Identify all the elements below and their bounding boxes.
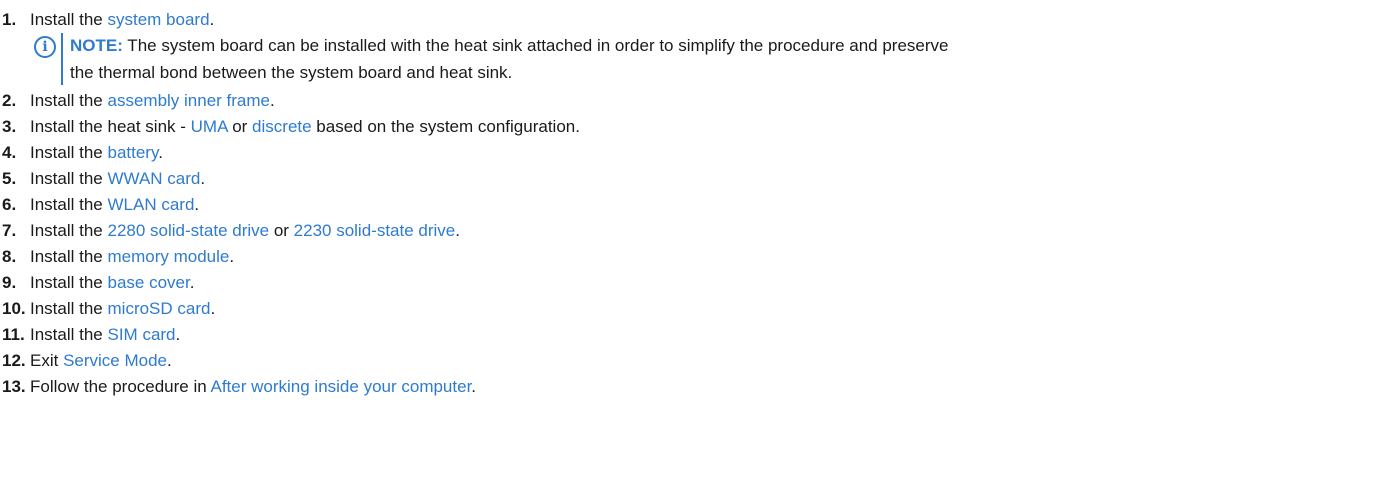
- step-number: 13.: [2, 377, 26, 396]
- step-text-post: .: [229, 247, 235, 266]
- step-text-post: .: [210, 299, 216, 318]
- link-after-working-inside-your-computer[interactable]: After working inside your computer: [211, 377, 472, 396]
- link-memory-module[interactable]: memory module: [108, 247, 230, 266]
- step-text-post: .: [209, 10, 215, 29]
- note-callout: i NOTE: The system board can be installe…: [0, 32, 1381, 86]
- step-text-pre: Exit: [30, 351, 64, 370]
- step-text-post: .: [158, 143, 163, 162]
- note-line-1: NOTE: The system board can be installed …: [70, 32, 1370, 59]
- step-text-post: .: [200, 169, 206, 188]
- info-icon: i: [34, 36, 56, 58]
- step-text-pre: Install the: [30, 273, 108, 292]
- step-3: 3. Install the heat sink - UMA or discre…: [0, 114, 1381, 140]
- step-text: Install the memory module.: [30, 244, 234, 270]
- link-wlan-card[interactable]: WLAN card: [108, 195, 195, 214]
- step-text-post: .: [455, 221, 460, 240]
- step-text: Install the WWAN card.: [30, 166, 205, 192]
- step-9: 9. Install the base cover.: [0, 270, 1381, 296]
- step-text-post: .: [270, 91, 275, 110]
- step-number: 3.: [2, 117, 17, 136]
- step-number: 11.: [2, 325, 25, 344]
- step-text-pre: Install the: [30, 325, 108, 344]
- step-text: Install the heat sink - UMA or discrete …: [30, 114, 580, 140]
- step-text-mid: or: [269, 221, 294, 240]
- note-body: NOTE: The system board can be installed …: [70, 32, 1370, 86]
- step-text-pre: Install the: [30, 247, 108, 266]
- step-number: 9.: [2, 273, 17, 292]
- step-1: 1. Install the system board.: [0, 7, 1381, 33]
- link-uma[interactable]: UMA: [191, 117, 228, 136]
- step-number: 6.: [2, 195, 17, 214]
- step-text-post: .: [189, 273, 195, 292]
- step-number: 7.: [2, 221, 17, 240]
- step-text: Install the system board.: [30, 7, 214, 33]
- link-assembly-inner-frame[interactable]: assembly inner frame: [108, 91, 271, 110]
- step-text: Install the assembly inner frame.: [30, 88, 275, 114]
- step-number: 5.: [2, 169, 17, 188]
- note-label: NOTE:: [70, 36, 123, 55]
- step-text-post: .: [167, 351, 172, 370]
- step-text: Install the 2280 solid-state drive or 22…: [30, 218, 460, 244]
- note-divider: [61, 33, 63, 85]
- step-text-pre: Install the: [30, 195, 108, 214]
- link-sim-card[interactable]: SIM card: [108, 325, 176, 344]
- step-text-pre: Install the: [30, 143, 108, 162]
- step-text: Install the SIM card.: [30, 322, 180, 348]
- procedure-list: 1. Install the system board. i NOTE: The…: [0, 0, 1381, 400]
- step-text-pre: Install the heat sink -: [30, 117, 191, 136]
- link-system-board[interactable]: system board: [108, 10, 210, 29]
- step-text: Install the WLAN card.: [30, 192, 199, 218]
- step-13: 13. Follow the procedure in After workin…: [0, 374, 1381, 400]
- step-2: 2. Install the assembly inner frame.: [0, 88, 1381, 114]
- step-text-post: .: [194, 195, 200, 214]
- step-number: 2.: [2, 91, 17, 110]
- step-number: 8.: [2, 247, 17, 266]
- link-2230-solid-state-drive[interactable]: 2230 solid-state drive: [294, 221, 456, 240]
- step-5: 5. Install the WWAN card.: [0, 166, 1381, 192]
- step-text-pre: Install the: [30, 299, 108, 318]
- step-8: 8. Install the memory module.: [0, 244, 1381, 270]
- step-4: 4. Install the battery.: [0, 140, 1381, 166]
- link-service-mode[interactable]: Service Mode: [63, 351, 167, 370]
- step-text: Follow the procedure in After working in…: [30, 374, 476, 400]
- step-text-pre: Install the: [30, 91, 108, 110]
- step-number: 10.: [2, 299, 26, 318]
- step-text-pre: Install the: [30, 169, 108, 188]
- step-text-mid: or: [227, 117, 253, 136]
- step-text: Install the microSD card.: [30, 296, 215, 322]
- step-number: 1.: [2, 10, 17, 29]
- link-2280-solid-state-drive[interactable]: 2280 solid-state drive: [108, 221, 270, 240]
- step-11: 11. Install the SIM card.: [0, 322, 1381, 348]
- step-text: Install the base cover.: [30, 270, 194, 296]
- step-text: Exit Service Mode.: [30, 348, 172, 374]
- link-discrete[interactable]: discrete: [252, 117, 312, 136]
- note-text-line-2: the thermal bond between the system boar…: [70, 63, 513, 82]
- step-7: 7. Install the 2280 solid-state drive or…: [0, 218, 1381, 244]
- step-text-pre: Install the: [30, 10, 108, 29]
- link-wwan-card[interactable]: WWAN card: [108, 169, 201, 188]
- step-number: 12.: [2, 351, 26, 370]
- step-12: 12. Exit Service Mode.: [0, 348, 1381, 374]
- step-text-pre: Install the: [30, 221, 108, 240]
- step-6: 6. Install the WLAN card.: [0, 192, 1381, 218]
- step-text: Install the battery.: [30, 140, 163, 166]
- step-text-post: .: [471, 377, 477, 396]
- step-text-post: .: [175, 325, 181, 344]
- link-battery[interactable]: battery: [108, 143, 159, 162]
- step-number: 4.: [2, 143, 17, 162]
- link-base-cover[interactable]: base cover: [108, 273, 190, 292]
- link-microsd-card[interactable]: microSD card: [108, 299, 211, 318]
- step-10: 10. Install the microSD card.: [0, 296, 1381, 322]
- step-text-pre: Follow the procedure in: [30, 377, 211, 396]
- step-text-post: based on the system configuration.: [311, 117, 580, 136]
- note-text-line-1: The system board can be installed with t…: [122, 36, 949, 55]
